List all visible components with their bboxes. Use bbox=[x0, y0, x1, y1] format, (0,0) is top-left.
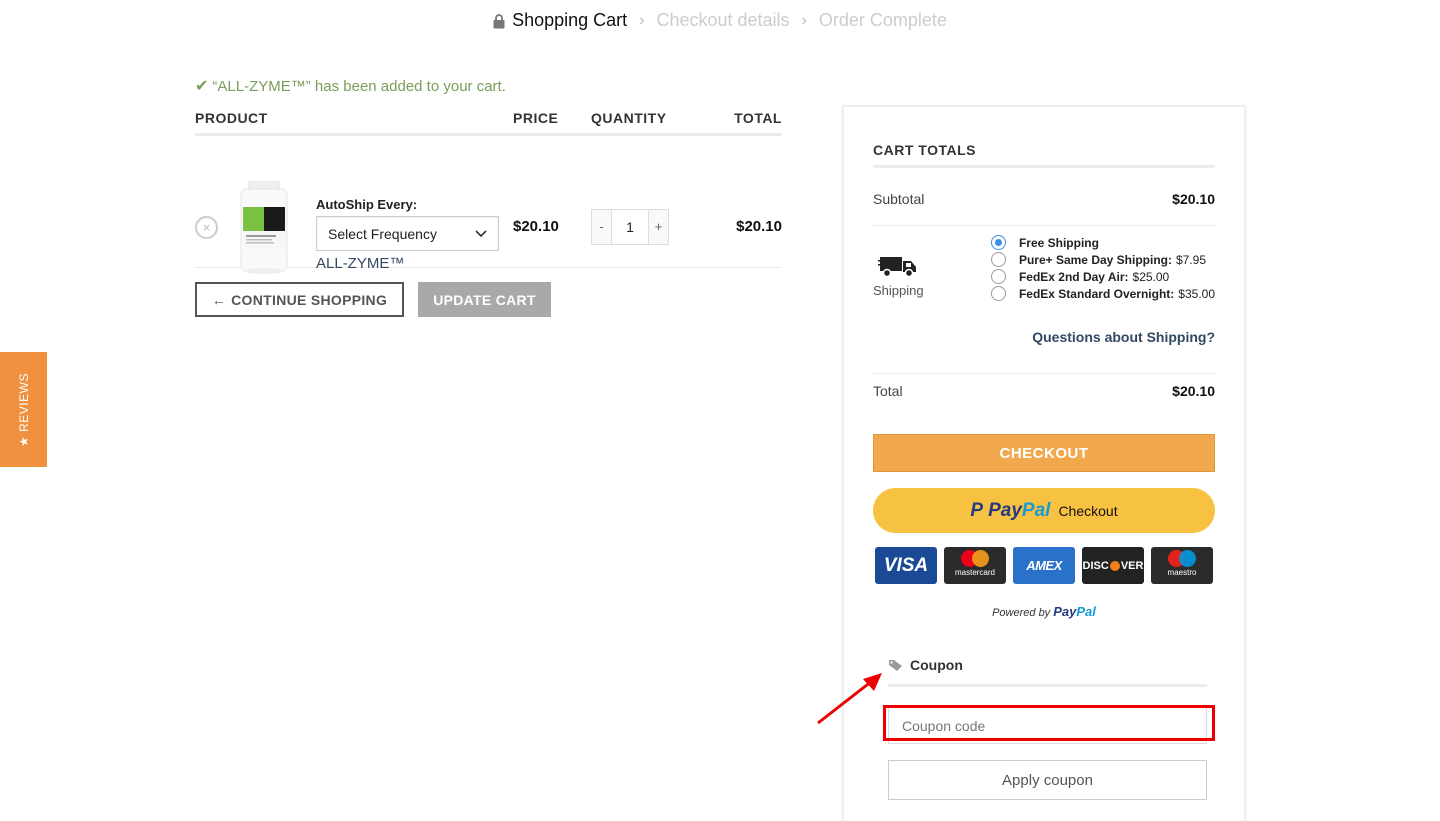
amex-icon: AMEX bbox=[1013, 547, 1075, 584]
shipping-option-overnight[interactable]: FedEx Standard Overnight: $35.00 bbox=[990, 285, 1215, 302]
mastercard-label: mastercard bbox=[954, 568, 995, 577]
checkout-button[interactable]: CHECKOUT bbox=[873, 434, 1215, 472]
coupon-heading: Coupon bbox=[888, 657, 1207, 687]
shipping-label-block: Shipping bbox=[873, 254, 924, 300]
shipping-option-free[interactable]: Free Shipping bbox=[990, 234, 1215, 251]
header-product: PRODUCT bbox=[195, 110, 268, 126]
cart-actions: ← CONTINUE SHOPPING UPDATE CART bbox=[195, 282, 551, 317]
shipping-option-label: FedEx 2nd Day Air: bbox=[1018, 269, 1129, 284]
radio-unselected[interactable] bbox=[990, 252, 1006, 267]
header-price: PRICE bbox=[513, 110, 559, 126]
shipping-option-price: $7.95 bbox=[1175, 252, 1207, 267]
breadcrumb: Shopping Cart › Checkout details › Order… bbox=[0, 10, 1440, 31]
shipping-option-same-day[interactable]: Pure+ Same Day Shipping: $7.95 bbox=[990, 251, 1215, 268]
powered-paypal-pay: Pay bbox=[1053, 604, 1077, 619]
shipping-option-price: $25.00 bbox=[1132, 269, 1170, 284]
chevron-right-icon: › bbox=[801, 11, 807, 29]
header-total: TOTAL bbox=[734, 110, 782, 126]
cart-totals-panel: CART TOTALS Subtotal $20.10 Shipping Fre… bbox=[842, 105, 1246, 821]
maestro-label: maestro bbox=[1167, 568, 1197, 577]
paypal-logo-pay: Pay bbox=[988, 499, 1022, 521]
product-name-link[interactable]: ALL-ZYME™ bbox=[316, 255, 404, 272]
product-image[interactable] bbox=[237, 181, 291, 275]
powered-by-paypal: Powered by PayPal bbox=[873, 604, 1215, 619]
annotation-arrow-icon bbox=[817, 673, 882, 725]
shipping-label: Shipping bbox=[873, 283, 924, 298]
cart-table-header: PRODUCT PRICE QUANTITY TOTAL bbox=[195, 110, 782, 136]
quantity-input[interactable]: 1 bbox=[612, 209, 648, 245]
radio-unselected[interactable] bbox=[990, 286, 1006, 301]
shipping-questions-link[interactable]: Questions about Shipping? bbox=[1032, 329, 1215, 345]
mastercard-icon: mastercard bbox=[944, 547, 1006, 584]
shipping-options: Free Shipping Pure+ Same Day Shipping: $… bbox=[990, 234, 1215, 302]
paypal-checkout-button[interactable]: P PayPal Checkout bbox=[873, 488, 1215, 533]
lock-icon bbox=[493, 14, 505, 29]
arrow-left-icon: ← bbox=[211, 291, 227, 308]
reviews-tab[interactable]: ★ REVIEWS bbox=[0, 352, 47, 467]
product-price: $20.10 bbox=[513, 218, 559, 235]
total-label: Total bbox=[873, 383, 903, 399]
subtotal-label: Subtotal bbox=[873, 191, 925, 207]
coupon-title: Coupon bbox=[910, 657, 963, 673]
powered-by-label: Powered by bbox=[992, 607, 1054, 619]
visa-icon: VISA bbox=[875, 547, 937, 584]
shipping-option-price: $35.00 bbox=[1178, 286, 1215, 301]
breadcrumb-checkout-details[interactable]: Checkout details bbox=[656, 10, 789, 31]
total-value: $20.10 bbox=[1172, 383, 1215, 399]
quantity-stepper: - 1 + bbox=[591, 209, 669, 245]
header-quantity: QUANTITY bbox=[591, 110, 667, 126]
paypal-icon: P bbox=[970, 499, 984, 521]
tag-icon bbox=[889, 659, 902, 671]
powered-paypal-pal: Pal bbox=[1076, 604, 1096, 619]
paypal-logo: PayPal bbox=[988, 500, 1050, 522]
shipping-option-label: Free Shipping bbox=[1018, 235, 1099, 250]
autoship-label: AutoShip Every: bbox=[316, 197, 418, 212]
chevron-right-icon: › bbox=[639, 11, 645, 29]
subtotal-value: $20.10 bbox=[1172, 191, 1215, 207]
cart-row: × AutoShip Every: Select Frequency ALL-Z… bbox=[195, 136, 782, 274]
discover-icon: DISC VER bbox=[1082, 547, 1144, 584]
shipping-option-label: Pure+ Same Day Shipping: bbox=[1018, 252, 1172, 267]
shipping-option-2nd-day[interactable]: FedEx 2nd Day Air: $25.00 bbox=[990, 268, 1215, 285]
apply-coupon-button[interactable]: Apply coupon bbox=[888, 760, 1207, 800]
checkmark-icon: ✔ bbox=[195, 78, 209, 95]
continue-shopping-button[interactable]: ← CONTINUE SHOPPING bbox=[195, 282, 404, 317]
shipping-section: Shipping Free Shipping Pure+ Same Day Sh… bbox=[873, 225, 1215, 369]
total-row: Total $20.10 bbox=[873, 373, 1215, 399]
remove-item-button[interactable]: × bbox=[195, 216, 218, 239]
notice-text: “ALL-ZYME™” has been added to your cart. bbox=[212, 77, 506, 95]
subtotal-row: Subtotal $20.10 bbox=[873, 191, 1215, 207]
row-total: $20.10 bbox=[736, 218, 782, 235]
radio-selected[interactable] bbox=[990, 235, 1006, 250]
cart-table: PRODUCT PRICE QUANTITY TOTAL × AutoShip … bbox=[195, 110, 782, 274]
coupon-code-input[interactable]: Coupon code bbox=[888, 706, 1207, 744]
discover-label-a: DISC bbox=[1082, 559, 1109, 572]
maestro-icon: maestro bbox=[1151, 547, 1213, 584]
cart-totals-title: CART TOTALS bbox=[873, 142, 1215, 168]
added-to-cart-notice: ✔ “ALL-ZYME™” has been added to your car… bbox=[195, 76, 506, 96]
frequency-select-value: Select Frequency bbox=[328, 225, 437, 242]
quantity-plus-button[interactable]: + bbox=[648, 209, 669, 245]
chevron-down-icon bbox=[475, 229, 487, 237]
update-cart-button[interactable]: UPDATE CART bbox=[418, 282, 551, 317]
paypal-logo-pal: Pal bbox=[1021, 499, 1051, 521]
paypal-checkout-label: Checkout bbox=[1058, 502, 1118, 519]
frequency-select[interactable]: Select Frequency bbox=[316, 216, 499, 251]
breadcrumb-order-complete: Order Complete bbox=[818, 10, 947, 30]
payment-cards: VISA mastercard AMEX DISC VER maestro bbox=[875, 547, 1213, 584]
reviews-tab-label: ★ REVIEWS bbox=[16, 372, 31, 447]
continue-shopping-label: CONTINUE SHOPPING bbox=[231, 291, 388, 308]
breadcrumb-shopping-cart[interactable]: Shopping Cart bbox=[512, 10, 627, 31]
quantity-minus-button[interactable]: - bbox=[591, 209, 612, 245]
shipping-option-label: FedEx Standard Overnight: bbox=[1018, 286, 1175, 301]
discover-label-b: VER bbox=[1120, 559, 1144, 572]
truck-icon bbox=[878, 257, 916, 278]
radio-unselected[interactable] bbox=[990, 269, 1006, 284]
